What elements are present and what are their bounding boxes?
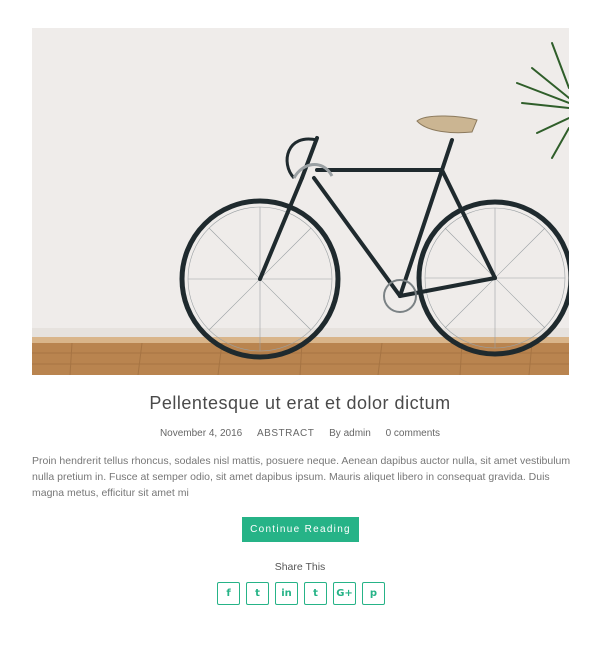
post-author[interactable]: By admin — [329, 428, 371, 439]
continue-reading-button[interactable]: Continue Reading — [242, 517, 359, 542]
post-category[interactable]: ABSTRACT — [257, 428, 314, 439]
share-buttons: f t in t G+ p — [217, 582, 385, 605]
facebook-icon[interactable]: f — [217, 582, 240, 605]
pinterest-icon[interactable]: p — [362, 582, 385, 605]
featured-image-bicycle[interactable] — [32, 28, 569, 375]
linkedin-icon[interactable]: in — [275, 582, 298, 605]
post-comments[interactable]: 0 comments — [386, 428, 440, 439]
tumblr-icon[interactable]: t — [304, 582, 327, 605]
post-title[interactable]: Pellentesque ut erat et dolor dictum — [0, 393, 600, 414]
post-excerpt: Proin hendrerit tellus rhoncus, sodales … — [32, 455, 571, 499]
google-plus-icon[interactable]: G+ — [333, 582, 356, 605]
post-date[interactable]: November 4, 2016 — [160, 428, 242, 439]
share-label: Share This — [274, 561, 326, 573]
twitter-icon[interactable]: t — [246, 582, 269, 605]
blog-post: Pellentesque ut erat et dolor dictum Nov… — [0, 0, 600, 646]
post-meta: November 4, 2016 ABSTRACT By admin 0 com… — [0, 428, 600, 439]
